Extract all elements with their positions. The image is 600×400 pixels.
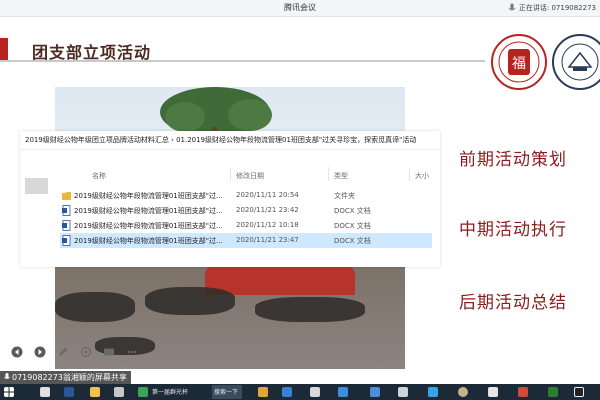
taskbar-window-label[interactable]: 第一届群光杯 — [152, 387, 188, 396]
docx-icon — [62, 235, 71, 246]
university-seal-logo: 福 — [491, 34, 547, 90]
docx-icon — [62, 220, 71, 231]
pointer-icon[interactable] — [80, 346, 92, 358]
taskbar-app-icon[interactable] — [574, 387, 584, 397]
file-row-selected[interactable]: 2019级财经公物年段物流管理01班团支部"过... 2020/11/21 23… — [60, 233, 432, 248]
column-header-modified[interactable]: 修改日期 — [236, 171, 264, 181]
column-header-name[interactable]: 名称 — [92, 171, 106, 181]
svg-text:福: 福 — [512, 56, 526, 72]
taskbar-app-icon[interactable] — [282, 387, 292, 397]
file-explorer-window: 2019级财经公物年级团立项品牌活动材料汇总 › 01.2019级财经公物年段物… — [20, 131, 440, 267]
file-modified: 2020/11/11 20:54 — [236, 191, 299, 199]
pen-icon[interactable] — [57, 346, 69, 358]
breadcrumb[interactable]: 2019级财经公物年级团立项品牌活动材料汇总 › 01.2019级财经公物年段物… — [20, 131, 440, 150]
file-type: DOCX 文档 — [334, 207, 371, 215]
file-row[interactable]: 2019级财经公物年段物流管理01班团支部"过... 2020/11/12 10… — [60, 218, 432, 233]
microphone-icon — [508, 3, 516, 11]
column-header-size[interactable]: 大小 — [415, 171, 429, 181]
taskbar-app-icon[interactable] — [90, 387, 100, 397]
phase-execution: 中期活动执行 — [459, 220, 567, 240]
taskbar-app-icon[interactable] — [258, 387, 268, 397]
taskbar-app-icon[interactable] — [548, 387, 558, 397]
speaking-indicator: 正在讲话: 0719082273 — [518, 4, 596, 12]
taskbar-app-icon[interactable] — [488, 387, 498, 397]
taskbar-app-icon[interactable] — [458, 387, 468, 397]
screen-share-label: 0719082273翁湘颖的屏幕共享 — [0, 371, 131, 384]
taskbar-app-icon[interactable] — [138, 387, 148, 397]
folder-icon — [62, 192, 71, 200]
taskbar-app-icon[interactable] — [114, 387, 124, 397]
university-emblem-logo — [552, 34, 600, 90]
title-accent-bar — [0, 38, 8, 60]
title-divider — [0, 60, 485, 62]
taskbar-app-icon[interactable] — [64, 387, 74, 397]
taskbar-app-icon[interactable] — [370, 387, 380, 397]
taskbar: 第一届群光杯 搜索一下 — [0, 384, 600, 400]
file-type: DOCX 文档 — [334, 222, 371, 230]
file-name: 2019级财经公物年段物流管理01班团支部"过... — [74, 192, 223, 200]
taskbar-window-label[interactable]: 搜索一下 — [214, 387, 238, 396]
taskbar-app-icon[interactable] — [518, 387, 528, 397]
file-type: 文件夹 — [334, 192, 355, 200]
meeting-title-bar: 腾讯会议 正在讲话: 0719082273 — [0, 0, 600, 17]
column-header-type[interactable]: 类型 — [334, 171, 348, 181]
taskbar-app-icon[interactable] — [398, 387, 408, 397]
file-name: 2019级财经公物年段物流管理01班团支部"过... — [74, 237, 223, 245]
navigation-pane[interactable] — [25, 178, 48, 194]
file-row[interactable]: 2019级财经公物年段物流管理01班团支部"过... 2020/11/21 23… — [60, 203, 432, 218]
microphone-icon — [4, 373, 10, 380]
taskbar-app-icon[interactable] — [310, 387, 320, 397]
taskbar-app-icon[interactable] — [40, 387, 50, 397]
screen-icon[interactable] — [103, 346, 115, 358]
phase-planning: 前期活动策划 — [459, 150, 567, 170]
file-name: 2019级财经公物年段物流管理01班团支部"过... — [74, 222, 223, 230]
docx-icon — [62, 205, 71, 216]
file-type: DOCX 文档 — [334, 237, 371, 245]
next-slide-icon[interactable] — [34, 346, 46, 358]
file-name: 2019级财经公物年段物流管理01班团支部"过... — [74, 207, 223, 215]
file-modified: 2020/11/21 23:47 — [236, 236, 299, 244]
taskbar-app-icon[interactable] — [428, 387, 438, 397]
file-modified: 2020/11/12 10:18 — [236, 221, 299, 229]
more-icon[interactable] — [126, 346, 138, 358]
phase-summary: 后期活动总结 — [459, 293, 567, 313]
share-label-text: 0719082273翁湘颖的屏幕共享 — [12, 373, 127, 382]
prev-slide-icon[interactable] — [11, 346, 23, 358]
taskbar-app-icon[interactable] — [338, 387, 348, 397]
file-row[interactable]: 2019级财经公物年段物流管理01班团支部"过... 2020/11/11 20… — [60, 188, 432, 203]
file-modified: 2020/11/21 23:42 — [236, 206, 299, 214]
start-icon[interactable] — [4, 387, 14, 397]
